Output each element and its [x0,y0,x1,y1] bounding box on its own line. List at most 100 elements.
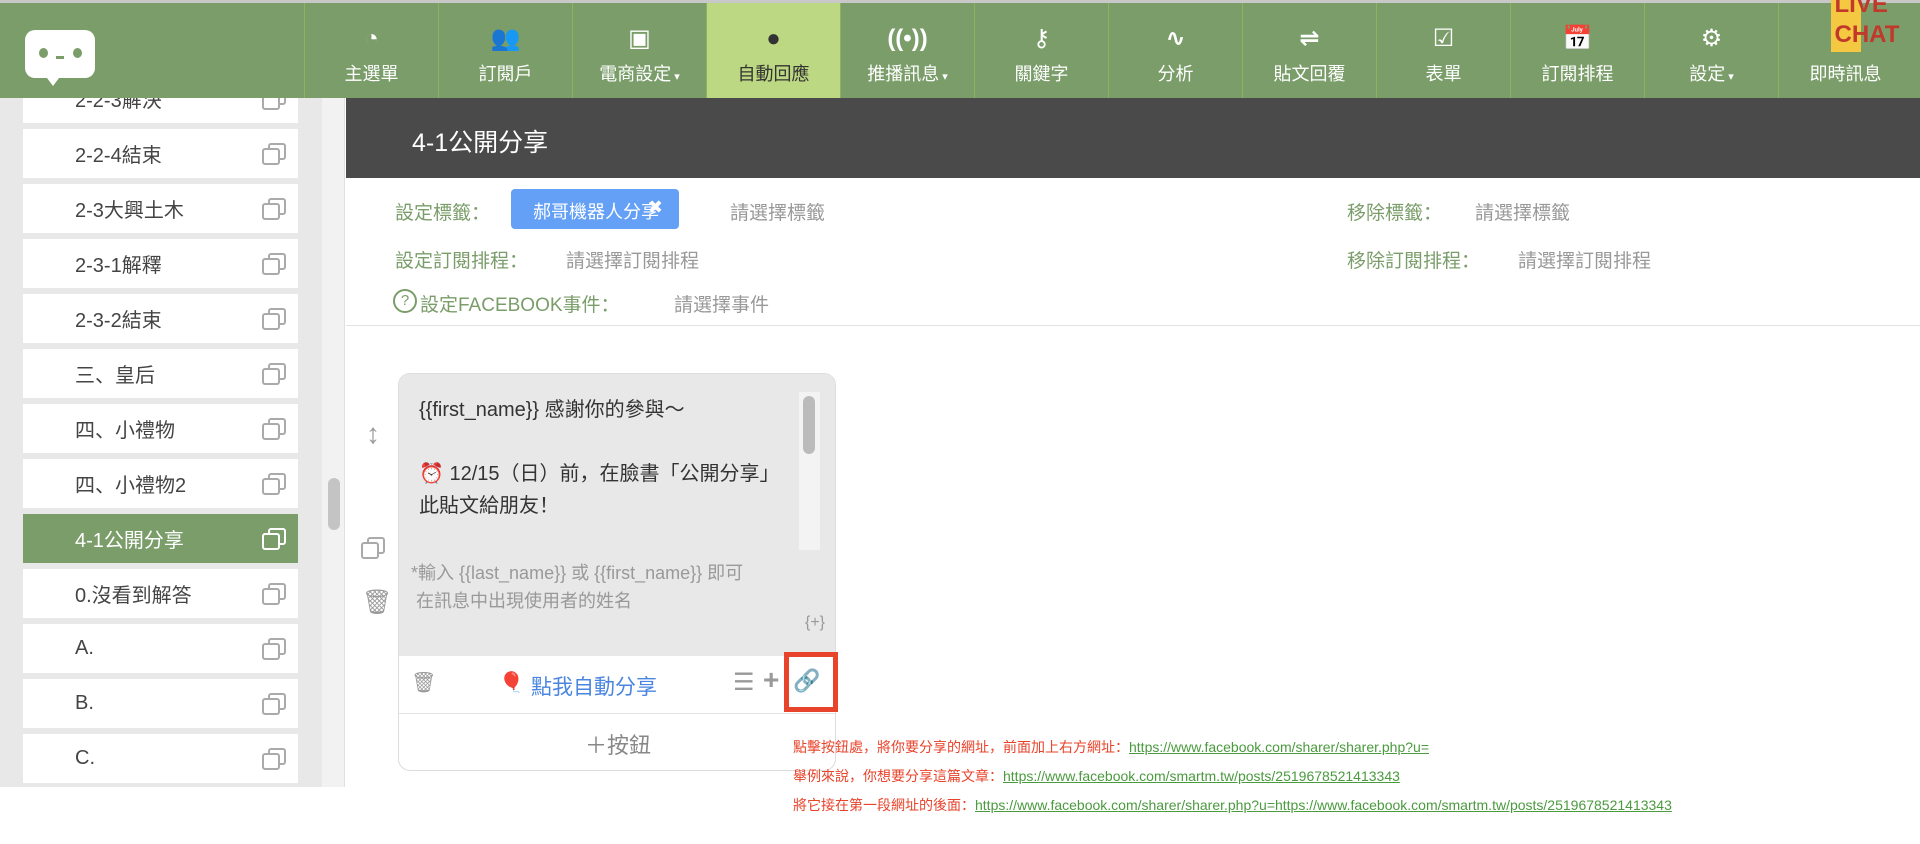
fb-event-label: 設定FACEBOOK事件： [420,295,620,316]
message-text[interactable]: {{first_name}} 感謝你的參與～ ⏰ 12/15（日）前，在臉書「公… [419,394,799,522]
copy-icon[interactable] [262,693,286,715]
nav-label-text: 表單 [1425,64,1462,84]
divider [346,325,1920,326]
sidebar-item-label: 2-3-2結束 [75,310,162,332]
sidebar-item-label: C. [75,747,95,769]
message-textarea[interactable]: {{first_name}} 感謝你的參與～ ⏰ 12/15（日）前，在臉書「公… [399,374,835,656]
nav-item-2[interactable]: ▣ 電商設定 ▾ [572,3,706,98]
copy-icon[interactable] [361,537,385,559]
caret-down-icon: ▾ [942,71,948,83]
sidebar-item-label: 2-3大興土木 [75,200,184,222]
button-label[interactable]: 點我自動分享 [531,671,657,701]
nav-item-6[interactable]: ∿ 分析 [1108,3,1242,98]
remove-tag-select[interactable]: 請選擇標籤 [1475,198,1570,225]
sidebar-item[interactable]: 四、小禮物2 [23,459,298,508]
sidebar-item[interactable]: 2-2-4結束 [23,129,298,178]
dashboard-icon: ◔ [364,25,379,52]
plus-icon[interactable]: + [763,664,779,696]
annotation-link[interactable]: https://www.facebook.com/smartm.tw/posts… [1003,768,1400,784]
nav-item-label: 設定 ▾ [1689,60,1734,86]
remove-schedule-label: 移除訂閱排程： [1347,251,1481,272]
annotation-text: 舉例來說，你想要分享這篇文章： [793,768,1003,784]
sidebar-item[interactable]: 2-2-3解決 [23,98,298,123]
nav-item-11[interactable]: LIVE CHAT 即時訊息 [1778,0,1912,98]
sidebar-item[interactable]: 三、皇后 [23,349,298,398]
box-icon: ▣ [628,25,651,52]
nav-item-0[interactable]: ◔ 主選單 [304,3,438,98]
logo[interactable] [25,30,95,86]
copy-icon[interactable] [262,363,286,385]
tag-chip-label: 郝哥機器人分享 [533,202,659,222]
sidebar-item[interactable]: B. [23,679,298,728]
list-icon[interactable]: ☰ [733,668,755,697]
nav-item-9[interactable]: 📅 訂閱排程 [1510,3,1644,98]
nav-item-8[interactable]: ☑ 表單 [1376,3,1510,98]
copy-icon[interactable] [262,473,286,495]
annotation-line: 將它接在第一段網址的後面：https://www.facebook.com/sh… [793,795,1672,815]
remove-tag-label: 移除標籤： [1347,203,1443,224]
top-nav: ◔ 主選單 👥 訂閱戶 ▣ 電商設定 ▾ ● 自動回應 ((•)) 推播訊息 ▾ ⚷ 關鍵字 ∿ 分析 ⇌ 貼文回… [0,0,1920,98]
nav-item-5[interactable]: ⚷ 關鍵字 [974,3,1108,98]
robot-icon: ● [766,25,781,52]
nav-item-10[interactable]: ⚙ 設定 ▾ [1644,3,1778,98]
remove-schedule-select[interactable]: 請選擇訂閱排程 [1518,246,1651,273]
trash-icon[interactable]: 🗑 [411,670,436,695]
copy-icon[interactable] [262,418,286,440]
nav-item-label: 推播訊息 ▾ [867,60,948,86]
sidebar-item[interactable]: 4-1公開分享 [23,514,298,563]
copy-icon[interactable] [262,198,286,220]
nav-label-text: 推播訊息 [867,64,940,84]
copy-icon[interactable] [262,98,286,110]
nav-label-text: 設定 [1689,64,1726,84]
sidebar-item-label: 四、小禮物 [75,420,175,442]
nav-item-4[interactable]: ((•)) 推播訊息 ▾ [840,3,974,98]
sidebar-item-label: 三、皇后 [75,365,155,387]
nav-item-label: 電商設定 ▾ [599,60,680,86]
name-hint: *輸入 {{last_name}} 或 {{first_name}} 即可 在訊… [411,563,744,611]
sidebar-item[interactable]: A. [23,624,298,673]
sidebar-item[interactable]: 2-3大興土木 [23,184,298,233]
sidebar-item[interactable]: 2-3-2結束 [23,294,298,343]
sidebar-scrollbar[interactable] [322,98,345,787]
sidebar-item-label: 2-3-1解釋 [75,255,162,277]
nav-item-7[interactable]: ⇌ 貼文回覆 [1242,3,1376,98]
key-icon: ⚷ [1032,25,1051,52]
set-schedule-select[interactable]: 請選擇訂閱排程 [566,246,699,273]
set-schedule-label: 設定訂閱排程： [395,251,529,272]
nav-item-1[interactable]: 👥 訂閱戶 [438,3,572,98]
copy-icon[interactable] [262,143,286,165]
nav-item-label: 關鍵字 [1015,60,1069,86]
copy-icon[interactable] [262,528,286,550]
set-tag-label: 設定標籤： [395,203,491,224]
copy-icon[interactable] [262,638,286,660]
annotation-link[interactable]: https://www.facebook.com/sharer/sharer.p… [1129,739,1429,755]
sidebar: 2-2-3解決 2-2-4結束 2-3大興土木 2-3-1解釋 2-3-2結束 三、皇后四… [0,98,345,787]
sidebar-item[interactable]: 2-3-1解釋 [23,239,298,288]
sidebar-item[interactable]: C. [23,734,298,783]
annotation-link[interactable]: https://www.facebook.com/sharer/sharer.p… [975,797,1672,813]
nav-label-text: 貼文回覆 [1273,64,1346,84]
set-tag-select[interactable]: 請選擇標籤 [730,198,825,225]
move-icon[interactable]: ↕ [366,418,380,450]
help-icon[interactable]: ? [393,289,417,313]
sidebar-scrollbar-thumb[interactable] [328,478,340,530]
copy-icon[interactable] [262,253,286,275]
trash-icon[interactable]: 🗑 [362,588,392,617]
sidebar-item[interactable]: 四、小禮物 [23,404,298,453]
add-button[interactable]: ＋按鈕 [399,714,835,770]
sidebar-item[interactable]: 0.沒看到解答 [23,569,298,618]
nav-item-3[interactable]: ● 自動回應 [706,3,840,98]
sidebar-item-label: 0.沒看到解答 [75,585,192,607]
fb-event-select[interactable]: 請選擇事件 [674,290,769,317]
annotation-text: 將它接在第一段網址的後面： [793,797,975,813]
nav-item-label: 自動回應 [738,60,810,86]
copy-icon[interactable] [262,308,286,330]
tag-remove-icon[interactable]: ✖ [648,197,663,218]
copy-icon[interactable] [262,748,286,770]
annotation-line: 舉例來說，你想要分享這篇文章：https://www.facebook.com/… [793,766,1400,786]
insert-variable-button[interactable]: {+} [805,614,825,632]
page-title: 4-1公開分享 [346,98,1920,178]
copy-icon[interactable] [262,583,286,605]
textarea-scrollbar[interactable] [799,392,820,550]
button-row[interactable]: 🗑 🎈 點我自動分享 ☰ + 🔗 [399,656,835,714]
